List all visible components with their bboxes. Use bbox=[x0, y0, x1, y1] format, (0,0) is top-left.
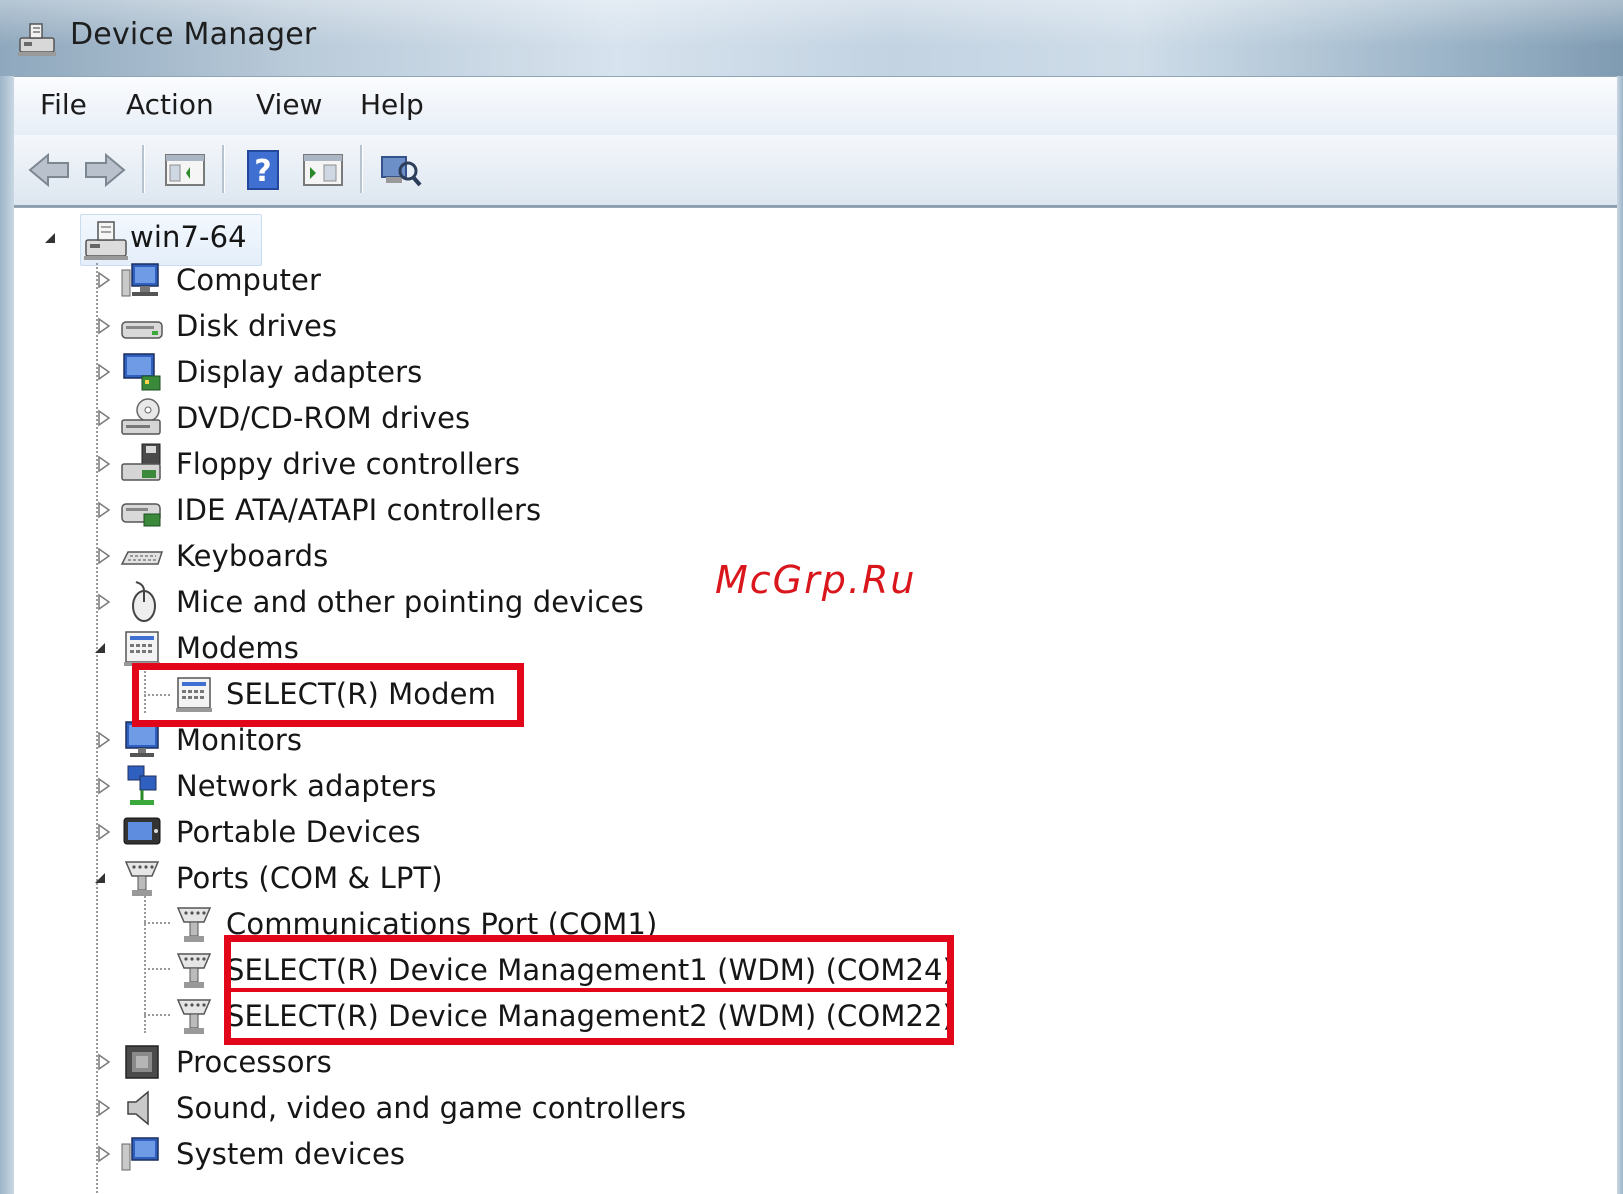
node-label: Display adapters bbox=[176, 355, 423, 389]
ide-controller-icon bbox=[121, 503, 161, 527]
node-label: Keyboards bbox=[176, 539, 329, 573]
highlight-box-divider bbox=[224, 988, 954, 992]
help-icon[interactable]: ? bbox=[238, 145, 288, 195]
title-bar[interactable]: Device Manager bbox=[0, 0, 1623, 76]
toolbar: ? bbox=[14, 135, 1617, 207]
expand-triangle-icon[interactable] bbox=[94, 500, 114, 520]
mouse-icon bbox=[132, 581, 156, 622]
computer-icon bbox=[84, 221, 128, 260]
port-icon bbox=[124, 861, 160, 896]
toolbar-separator bbox=[142, 145, 145, 193]
toolbar-separator bbox=[360, 145, 363, 193]
tree-node-ports[interactable]: Ports (COM & LPT) bbox=[14, 856, 814, 900]
watermark-text: McGrp.Ru bbox=[715, 558, 917, 602]
expand-triangle-icon[interactable] bbox=[94, 316, 114, 336]
expand-triangle-icon[interactable] bbox=[94, 270, 114, 290]
collapse-triangle-icon[interactable] bbox=[92, 640, 108, 656]
window-frame-right bbox=[1617, 76, 1623, 1194]
port-icon bbox=[176, 999, 212, 1034]
node-label: Disk drives bbox=[176, 309, 338, 343]
forward-arrow-icon[interactable] bbox=[80, 145, 130, 195]
tree-node-sound-video-and-game-controllers[interactable]: Sound, video and game controllers bbox=[14, 1086, 814, 1130]
node-label: Portable Devices bbox=[176, 815, 421, 849]
tree-node-disk-drives[interactable]: Disk drives bbox=[14, 304, 814, 348]
node-label: System devices bbox=[176, 1137, 406, 1171]
device-tree[interactable]: win7-64 Computer Disk drives Display ada… bbox=[14, 207, 1617, 1194]
svg-text:?: ? bbox=[254, 154, 271, 189]
expand-triangle-icon[interactable] bbox=[94, 1144, 114, 1164]
tree-node-portable-devices[interactable]: Portable Devices bbox=[14, 810, 814, 854]
node-label: Computer bbox=[176, 263, 321, 297]
expand-triangle-icon[interactable] bbox=[94, 730, 114, 750]
toolbar-separator bbox=[222, 145, 225, 193]
tree-node-computer[interactable]: Computer bbox=[14, 258, 814, 302]
node-label: Mice and other pointing devices bbox=[176, 585, 644, 619]
expand-triangle-icon[interactable] bbox=[94, 592, 114, 612]
dvd-drive-icon bbox=[121, 398, 161, 435]
node-label: Floppy drive controllers bbox=[176, 447, 521, 481]
keyboard-icon bbox=[120, 551, 164, 565]
display-adapter-icon bbox=[123, 353, 161, 391]
node-label: Ports (COM & LPT) bbox=[176, 861, 443, 895]
menu-file[interactable]: File bbox=[36, 85, 91, 125]
expand-triangle-icon[interactable] bbox=[94, 454, 114, 474]
tree-node-ide-ata-atapi-controllers[interactable]: IDE ATA/ATAPI controllers bbox=[14, 488, 814, 532]
network-adapter-icon bbox=[127, 765, 157, 805]
node-label: Network adapters bbox=[176, 769, 437, 803]
tree-node-dvd-cd-rom-drives[interactable]: DVD/CD-ROM drives bbox=[14, 396, 814, 440]
scan-hardware-icon[interactable] bbox=[376, 145, 426, 195]
portable-device-icon bbox=[123, 817, 161, 845]
menu-help[interactable]: Help bbox=[356, 85, 428, 125]
highlight-box-select-modem bbox=[132, 663, 524, 727]
disk-drive-icon bbox=[121, 321, 163, 339]
floppy-controller-icon bbox=[121, 443, 161, 481]
root-node-label[interactable]: win7-64 bbox=[130, 217, 247, 257]
system-device-icon bbox=[121, 1137, 159, 1171]
window-frame-left bbox=[0, 76, 14, 1194]
tree-node-network-adapters[interactable]: Network adapters bbox=[14, 764, 814, 808]
expand-triangle-icon[interactable] bbox=[94, 546, 114, 566]
sound-icon bbox=[127, 1090, 149, 1126]
node-label: Sound, video and game controllers bbox=[176, 1091, 687, 1125]
collapse-triangle-icon[interactable] bbox=[92, 870, 108, 886]
processor-icon bbox=[125, 1045, 159, 1079]
expand-triangle-icon[interactable] bbox=[94, 1098, 114, 1118]
tree-node-system-devices[interactable]: System devices bbox=[14, 1132, 814, 1176]
tree-node-mice-and-other-pointing-devices[interactable]: Mice and other pointing devices bbox=[14, 580, 814, 624]
show-hide-console-tree-icon[interactable] bbox=[160, 145, 210, 195]
port-icon bbox=[176, 953, 212, 988]
back-arrow-icon[interactable] bbox=[24, 145, 74, 195]
window-title: Device Manager bbox=[70, 17, 317, 52]
expand-triangle-icon[interactable] bbox=[94, 408, 114, 428]
node-label: DVD/CD-ROM drives bbox=[176, 401, 471, 435]
node-label: Modems bbox=[176, 631, 299, 665]
menu-bar: File Action View Help bbox=[14, 76, 1617, 136]
tree-node-processors[interactable]: Processors bbox=[14, 1040, 814, 1084]
device-manager-window: Device Manager File Action View Help ? w… bbox=[0, 0, 1623, 1194]
node-label: IDE ATA/ATAPI controllers bbox=[176, 493, 542, 527]
tree-node-keyboards[interactable]: Keyboards bbox=[14, 534, 814, 578]
expand-triangle-icon[interactable] bbox=[94, 822, 114, 842]
expand-triangle-icon[interactable] bbox=[94, 362, 114, 382]
device-manager-icon bbox=[18, 23, 56, 56]
collapse-triangle-icon[interactable] bbox=[42, 230, 58, 246]
menu-view[interactable]: View bbox=[252, 85, 326, 125]
computer-icon bbox=[121, 263, 159, 297]
tree-node-floppy-drive-controllers[interactable]: Floppy drive controllers bbox=[14, 442, 814, 486]
properties-pane-icon[interactable] bbox=[298, 145, 348, 195]
tree-node-display-adapters[interactable]: Display adapters bbox=[14, 350, 814, 394]
menu-action[interactable]: Action bbox=[122, 85, 218, 125]
port-icon bbox=[176, 907, 212, 942]
expand-triangle-icon[interactable] bbox=[94, 776, 114, 796]
expand-triangle-icon[interactable] bbox=[94, 1052, 114, 1072]
node-label: Processors bbox=[176, 1045, 332, 1079]
